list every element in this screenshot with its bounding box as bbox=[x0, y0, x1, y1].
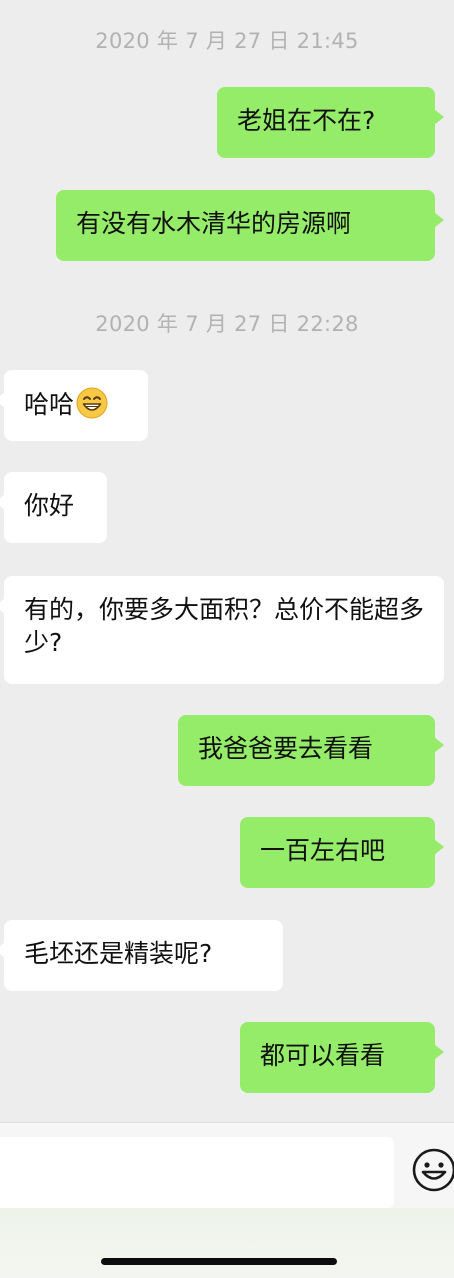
outgoing-message-bubble[interactable]: 老姐在不在? bbox=[217, 87, 444, 158]
message-text: 都可以看看 bbox=[260, 1041, 386, 1070]
message-text: 你好 bbox=[24, 491, 75, 520]
message-text: 老姐在不在? bbox=[237, 106, 376, 135]
message-text: 哈哈 bbox=[24, 390, 75, 419]
incoming-message-bubble[interactable]: 哈哈 bbox=[0, 370, 148, 441]
grinning-face-emoji-icon bbox=[76, 387, 108, 419]
message-input-bar bbox=[0, 1122, 454, 1209]
home-indicator[interactable] bbox=[101, 1258, 337, 1265]
incoming-message-bubble[interactable]: 有的，你要多大面积？总价不能超多少? bbox=[0, 576, 444, 684]
message-timestamp: 2020 年 7 月 27 日 22:28 bbox=[95, 312, 359, 336]
message-text: 一百左右吧 bbox=[260, 836, 386, 865]
message-text: 毛坯还是精装呢? bbox=[24, 939, 213, 968]
smiley-face-icon[interactable] bbox=[411, 1147, 454, 1193]
message-timestamp: 2020 年 7 月 27 日 21:45 bbox=[95, 29, 359, 53]
outgoing-message-bubble[interactable]: 有没有水木清华的房源啊 bbox=[56, 190, 444, 261]
incoming-message-bubble[interactable]: 你好 bbox=[0, 472, 107, 543]
outgoing-message-bubble[interactable]: 都可以看看 bbox=[240, 1022, 444, 1093]
incoming-message-bubble[interactable]: 毛坯还是精装呢? bbox=[0, 920, 283, 991]
message-text: 有的，你要多大面积？总价不能超多少? bbox=[24, 595, 425, 657]
chat-area[interactable]: 2020 年 7 月 27 日 21:45 老姐在不在? 有没有水木清华的房源啊… bbox=[0, 0, 454, 1122]
outgoing-message-bubble[interactable]: 一百左右吧 bbox=[240, 817, 444, 888]
outgoing-message-bubble[interactable]: 我爸爸要去看看 bbox=[178, 715, 444, 786]
message-input[interactable] bbox=[0, 1137, 394, 1208]
message-text: 我爸爸要去看看 bbox=[198, 734, 374, 763]
bottom-safe-area bbox=[0, 1208, 454, 1278]
message-text: 有没有水木清华的房源啊 bbox=[76, 209, 352, 238]
